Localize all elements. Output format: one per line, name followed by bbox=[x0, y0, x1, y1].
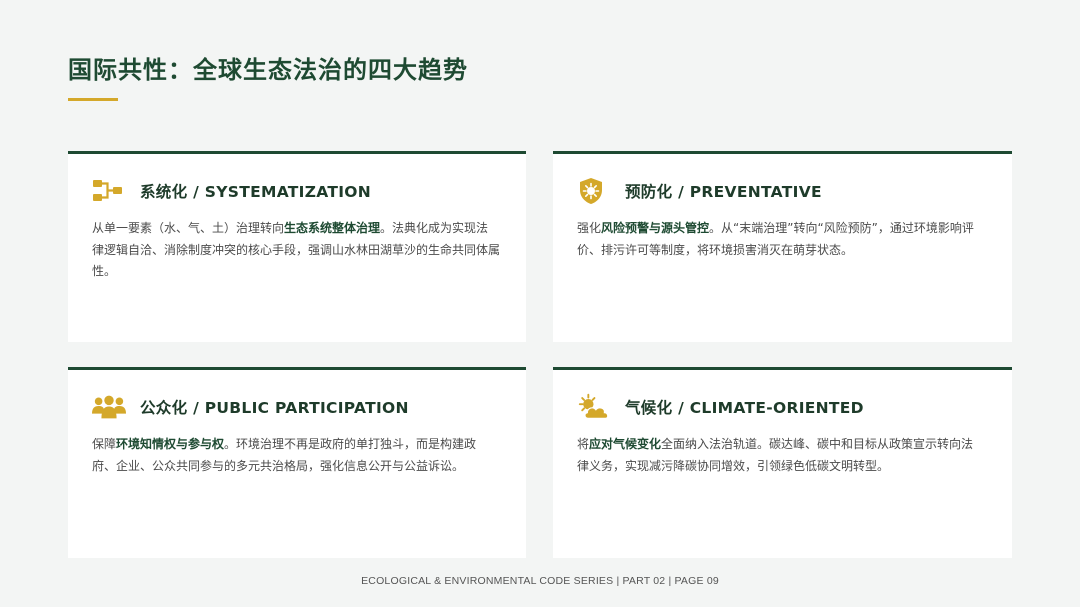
shield-virus-icon bbox=[577, 177, 611, 205]
card-heading: 气候化 / CLIMATE-ORIENTED bbox=[625, 399, 864, 417]
hierarchy-icon bbox=[92, 177, 126, 205]
card-climate-oriented: 气候化 / CLIMATE-ORIENTED 将应对气候变化全面纳入法治轨道。碳… bbox=[553, 367, 1012, 558]
card-header: 预防化 / PREVENTATIVE bbox=[577, 176, 988, 206]
people-group-icon bbox=[92, 393, 126, 421]
card-heading: 预防化 / PREVENTATIVE bbox=[625, 183, 822, 201]
card-description: 将应对气候变化全面纳入法治轨道。碳达峰、碳中和目标从政策宣示转向法律义务，实现减… bbox=[577, 437, 974, 473]
title-underline bbox=[68, 98, 118, 101]
card-preventative: 预防化 / PREVENTATIVE 强化风险预警与源头管控。从“末端治理”转向… bbox=[553, 151, 1012, 342]
page-footer: ECOLOGICAL & ENVIRONMENTAL CODE SERIES |… bbox=[361, 575, 719, 587]
card-description: 强化风险预警与源头管控。从“末端治理”转向“风险预防”，通过环境影响评价、排污许… bbox=[577, 221, 974, 257]
card-heading: 系统化 / SYSTEMATIZATION bbox=[140, 183, 372, 201]
page-title: 国际共性：全球生态法治的四大趋势 bbox=[68, 56, 468, 84]
card-description: 从单一要素（水、气、土）治理转向生态系统整体治理。法典化成为实现法律逻辑自洽、消… bbox=[92, 221, 501, 278]
card-header: 系统化 / SYSTEMATIZATION bbox=[92, 176, 502, 206]
card-public-participation: 公众化 / PUBLIC PARTICIPATION 保障环境知情权与参与权。环… bbox=[68, 367, 526, 558]
card-description: 保障环境知情权与参与权。环境治理不再是政府的单打独斗，而是构建政府、企业、公众共… bbox=[92, 437, 477, 473]
card-heading: 公众化 / PUBLIC PARTICIPATION bbox=[140, 399, 409, 417]
card-header: 气候化 / CLIMATE-ORIENTED bbox=[577, 392, 988, 422]
sun-cloud-icon bbox=[577, 393, 611, 421]
card-systematization: 系统化 / SYSTEMATIZATION 从单一要素（水、气、土）治理转向生态… bbox=[68, 151, 526, 342]
card-header: 公众化 / PUBLIC PARTICIPATION bbox=[92, 392, 502, 422]
